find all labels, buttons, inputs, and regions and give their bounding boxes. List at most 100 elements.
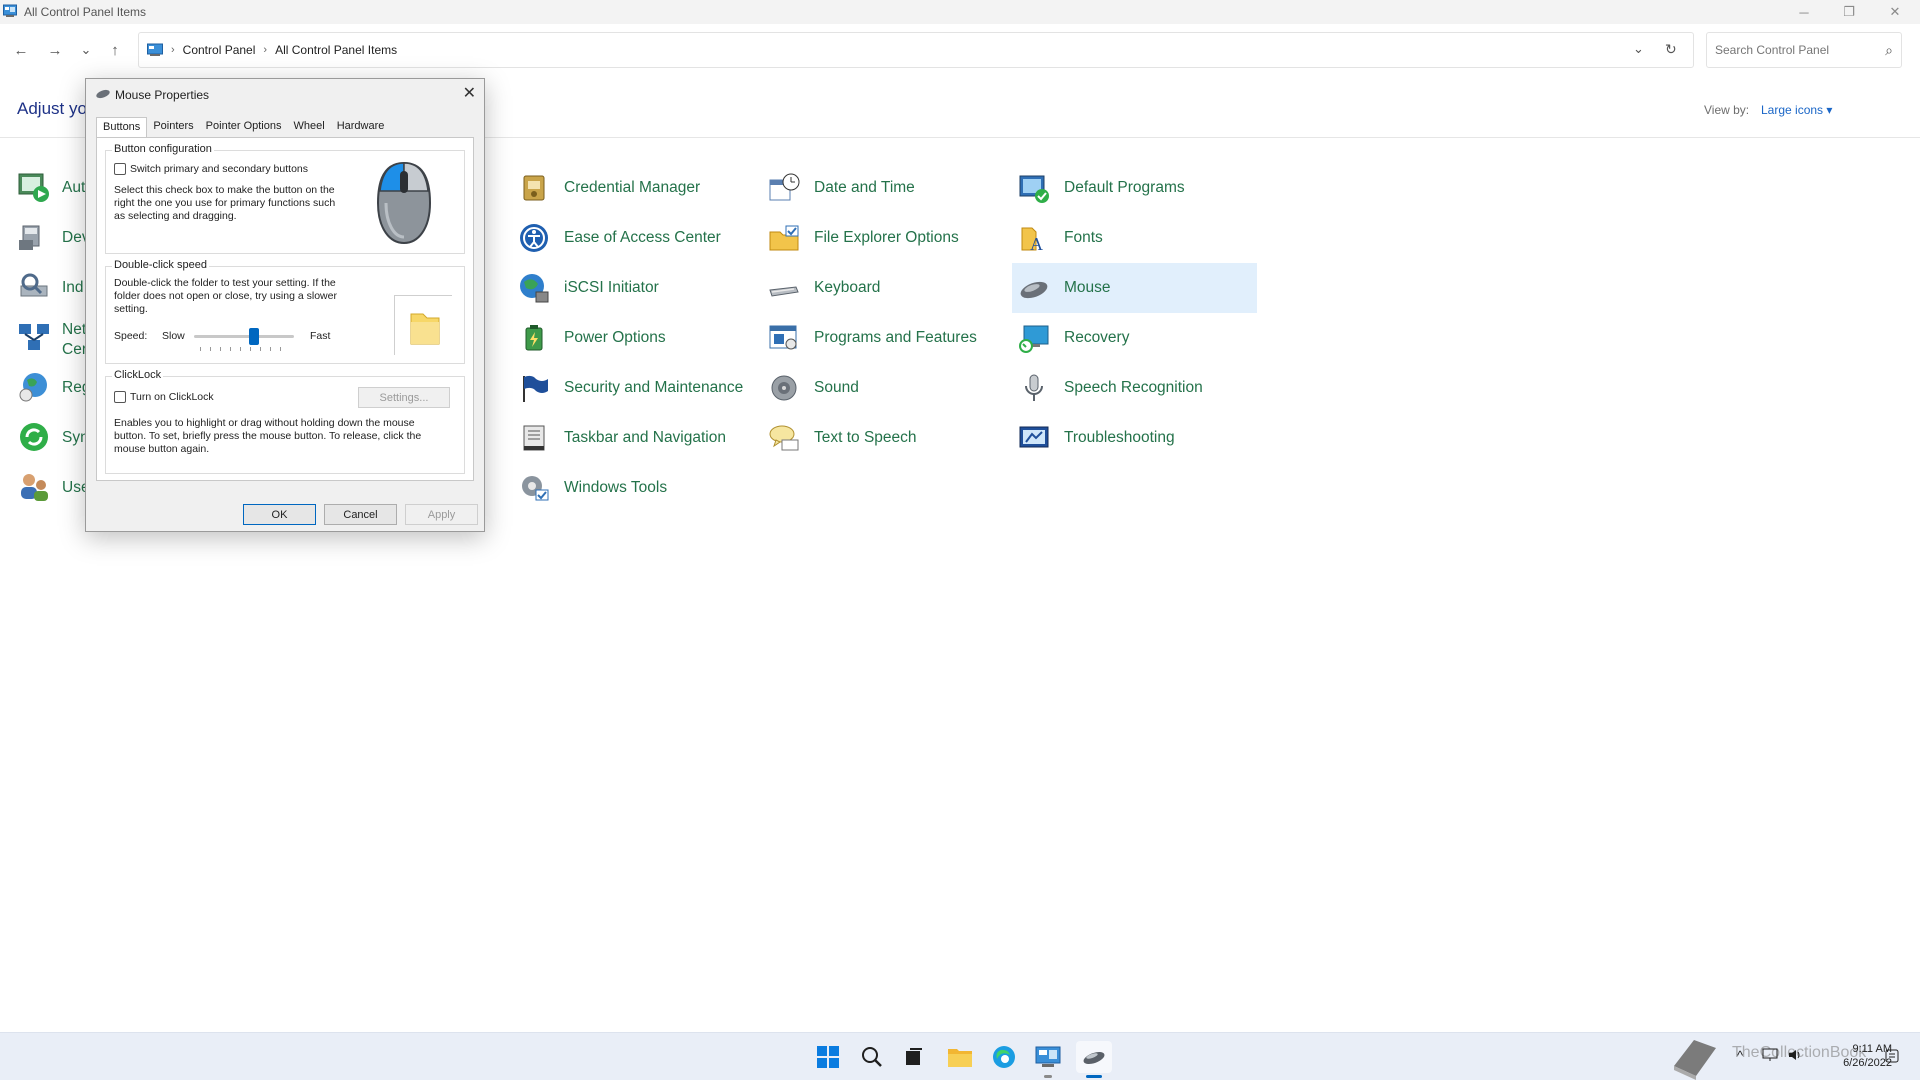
switch-buttons-checkbox[interactable] <box>114 163 126 175</box>
item-speech-recognition[interactable]: Speech Recognition <box>1012 363 1257 413</box>
show-hidden-icons-button[interactable]: ^ <box>1737 1048 1743 1063</box>
breadcrumb-control-panel[interactable]: Control Panel <box>183 43 256 57</box>
volume-icon[interactable] <box>1787 1048 1803 1062</box>
slider-ticks <box>200 347 290 351</box>
item-label: Mouse <box>1064 279 1111 296</box>
region-icon[interactable] <box>17 370 51 407</box>
tab-wheel[interactable]: Wheel <box>288 117 331 137</box>
troubleshooting-icon <box>1019 426 1049 448</box>
double-click-speed-slider[interactable] <box>194 328 294 345</box>
item-label: Keyboard <box>814 279 881 296</box>
item-recovery[interactable]: Recovery <box>1012 313 1257 363</box>
test-folder[interactable] <box>394 295 452 355</box>
item-label: Security and Maintenance <box>564 379 744 396</box>
devices-icon[interactable] <box>17 220 51 257</box>
notification-icon[interactable] <box>1884 1048 1900 1064</box>
switch-buttons-label[interactable]: Switch primary and secondary buttons <box>130 163 308 176</box>
item-network-label-line2[interactable]: Cer <box>62 341 87 359</box>
network-sharing-icon[interactable] <box>17 320 51 357</box>
clicklock-label[interactable]: Turn on ClickLock <box>130 391 214 404</box>
file-explorer-taskbar-button[interactable] <box>944 1041 976 1073</box>
ok-button[interactable]: OK <box>243 504 316 525</box>
item-label: Sound <box>814 379 859 396</box>
search-input[interactable]: Search Control Panel <box>1715 43 1829 57</box>
item-date-time[interactable]: Date and Time <box>762 163 1002 213</box>
svg-text:A: A <box>1030 234 1043 254</box>
breadcrumb-all-items[interactable]: All Control Panel Items <box>275 43 397 57</box>
recent-locations-button[interactable]: ⌄ <box>74 38 98 62</box>
item-file-explorer-options[interactable]: File Explorer Options <box>762 213 1002 263</box>
item-default-programs[interactable]: Default Programs <box>1012 163 1257 213</box>
breadcrumb-separator: › <box>263 44 268 56</box>
item-security-maintenance[interactable]: Security and Maintenance <box>512 363 752 413</box>
clicklock-settings-button[interactable]: Settings... <box>358 387 450 408</box>
mouse-icon <box>1083 1051 1105 1065</box>
indexing-icon[interactable] <box>17 270 51 307</box>
item-credential-manager[interactable]: Credential Manager <box>512 163 752 213</box>
slider-thumb[interactable] <box>249 328 259 345</box>
tab-pointers[interactable]: Pointers <box>147 117 199 137</box>
item-indexing-label[interactable]: Ind <box>62 279 84 297</box>
programs-icon <box>769 325 797 350</box>
address-dropdown-button[interactable]: ⌄ <box>1633 41 1644 57</box>
user-accounts-icon[interactable] <box>17 470 51 507</box>
up-button[interactable]: ↑ <box>103 38 127 62</box>
back-button[interactable]: ← <box>9 38 33 62</box>
control-panel-icon <box>147 43 163 56</box>
item-network-label[interactable]: Net <box>62 321 86 339</box>
control-panel-icon <box>3 4 17 17</box>
item-text-to-speech[interactable]: Text to Speech <box>762 413 1002 463</box>
mouse-properties-dialog: Mouse Properties ✕ Buttons Pointers Poin… <box>85 78 485 532</box>
speed-label: Speed: <box>114 330 148 342</box>
view-by-dropdown[interactable]: Large icons ▾ <box>1761 103 1832 117</box>
windows-tools-icon <box>522 476 549 501</box>
item-troubleshooting[interactable]: Troubleshooting <box>1012 413 1257 463</box>
search-icon[interactable]: ⌕ <box>1885 42 1893 59</box>
item-label: Taskbar and Navigation <box>564 429 726 446</box>
cancel-button[interactable]: Cancel <box>324 504 397 525</box>
mouse-properties-taskbar-button[interactable] <box>1076 1041 1112 1078</box>
start-button[interactable] <box>812 1041 844 1073</box>
refresh-button[interactable]: ↻ <box>1665 41 1677 58</box>
control-panel-icon <box>1035 1046 1061 1067</box>
control-panel-taskbar-button[interactable] <box>1032 1041 1064 1078</box>
task-view-icon <box>906 1048 922 1065</box>
clicklock-group: ClickLock Turn on ClickLock Settings... … <box>105 369 465 474</box>
item-iscsi-initiator[interactable]: iSCSI Initiator <box>512 263 752 313</box>
item-autoplay-label[interactable]: Aut <box>62 179 85 197</box>
item-power-options[interactable]: Power Options <box>512 313 752 363</box>
tab-hardware[interactable]: Hardware <box>331 117 391 137</box>
clicklock-checkbox[interactable] <box>114 391 126 403</box>
tab-buttons[interactable]: Buttons <box>96 117 148 137</box>
address-bar[interactable]: › Control Panel › All Control Panel Item… <box>138 32 1694 68</box>
edge-icon <box>993 1046 1015 1068</box>
autoplay-icon[interactable] <box>17 170 57 210</box>
item-windows-tools[interactable]: Windows Tools <box>512 463 752 513</box>
apply-button[interactable]: Apply <box>405 504 478 525</box>
taskbar-search-button[interactable] <box>856 1041 888 1073</box>
forward-button[interactable]: → <box>43 38 67 62</box>
clicklock-description: Enables you to highlight or drag without… <box>114 417 422 455</box>
sync-center-icon[interactable] <box>17 420 51 457</box>
restore-button[interactable]: ❐ <box>1826 0 1872 24</box>
item-sound[interactable]: Sound <box>762 363 1002 413</box>
edge-taskbar-button[interactable] <box>988 1041 1020 1073</box>
minimize-button[interactable]: ─ <box>1781 0 1827 24</box>
mouse-preview <box>354 157 454 249</box>
network-icon[interactable] <box>1762 1048 1778 1062</box>
item-mouse[interactable]: Mouse <box>1012 263 1257 313</box>
running-indicator <box>1044 1075 1052 1078</box>
item-keyboard[interactable]: Keyboard <box>762 263 1002 313</box>
item-ease-of-access[interactable]: Ease of Access Center <box>512 213 752 263</box>
item-programs-features[interactable]: Programs and Features <box>762 313 1002 363</box>
item-fonts[interactable]: A Fonts <box>1012 213 1257 263</box>
group-title: ClickLock <box>112 369 164 381</box>
tab-pointer-options[interactable]: Pointer Options <box>200 117 288 137</box>
task-view-button[interactable] <box>898 1041 930 1073</box>
item-taskbar-navigation[interactable]: Taskbar and Navigation <box>512 413 752 463</box>
search-box[interactable]: Search Control Panel ⌕ <box>1706 32 1902 68</box>
slow-label: Slow <box>162 330 185 342</box>
close-window-button[interactable]: ✕ <box>1872 0 1918 24</box>
dialog-close-button[interactable]: ✕ <box>463 83 476 103</box>
item-label: iSCSI Initiator <box>564 279 659 296</box>
